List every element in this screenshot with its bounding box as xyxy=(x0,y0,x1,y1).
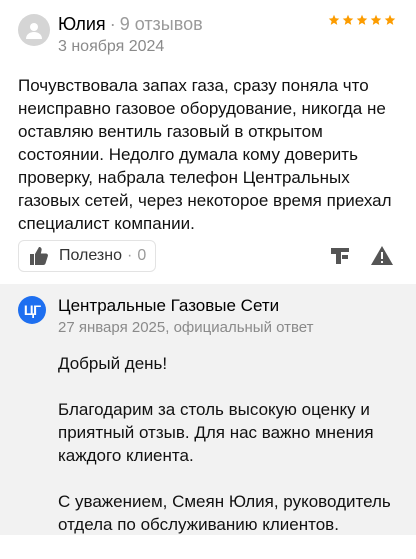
useful-count: 0 xyxy=(137,247,147,264)
rating-stars xyxy=(328,14,396,26)
star-icon xyxy=(328,14,340,25)
official-reply: ЦГ Центральные Газовые Сети 27 января 20… xyxy=(0,284,416,535)
review-date: 3 ноября 2024 xyxy=(58,38,165,55)
author-name[interactable]: Юлия xyxy=(58,14,106,34)
company-logo[interactable]: ЦГ xyxy=(18,296,46,324)
thumbs-up-icon xyxy=(30,247,48,265)
author-line: Юлия · 9 отзывов xyxy=(58,14,203,35)
warning-icon[interactable] xyxy=(370,244,394,268)
reply-paragraph: Добрый день! xyxy=(58,354,168,373)
reply-paragraph: С уважением, Смеян Юлия, руководитель от… xyxy=(58,492,391,534)
star-icon xyxy=(384,14,396,25)
review-text: Почувствовала запах газа, сразу поняла ч… xyxy=(18,76,392,233)
star-icon xyxy=(370,14,382,25)
reply-paragraph: Благодарим за столь высокую оценку и при… xyxy=(58,400,374,465)
star-icon xyxy=(356,14,368,25)
useful-label: Полезно xyxy=(59,247,122,264)
share-icon[interactable] xyxy=(328,244,352,268)
user-icon xyxy=(26,23,42,39)
reviews-count[interactable]: 9 отзывов xyxy=(120,14,203,34)
author-avatar[interactable] xyxy=(18,14,50,46)
company-name[interactable]: Центральные Газовые Сети xyxy=(58,296,279,316)
separator-dot: · xyxy=(127,247,133,264)
star-icon xyxy=(342,14,354,25)
reply-date: 27 января 2025, официальный ответ xyxy=(58,319,314,336)
useful-button[interactable]: Полезно · 0 xyxy=(18,240,156,272)
separator-dot: · xyxy=(109,14,116,34)
review-card: Юлия · 9 отзывов 3 ноября 2024 Почувствова… xyxy=(0,0,416,535)
reply-text: Добрый день! Благодарим за столь высокую… xyxy=(58,352,398,559)
